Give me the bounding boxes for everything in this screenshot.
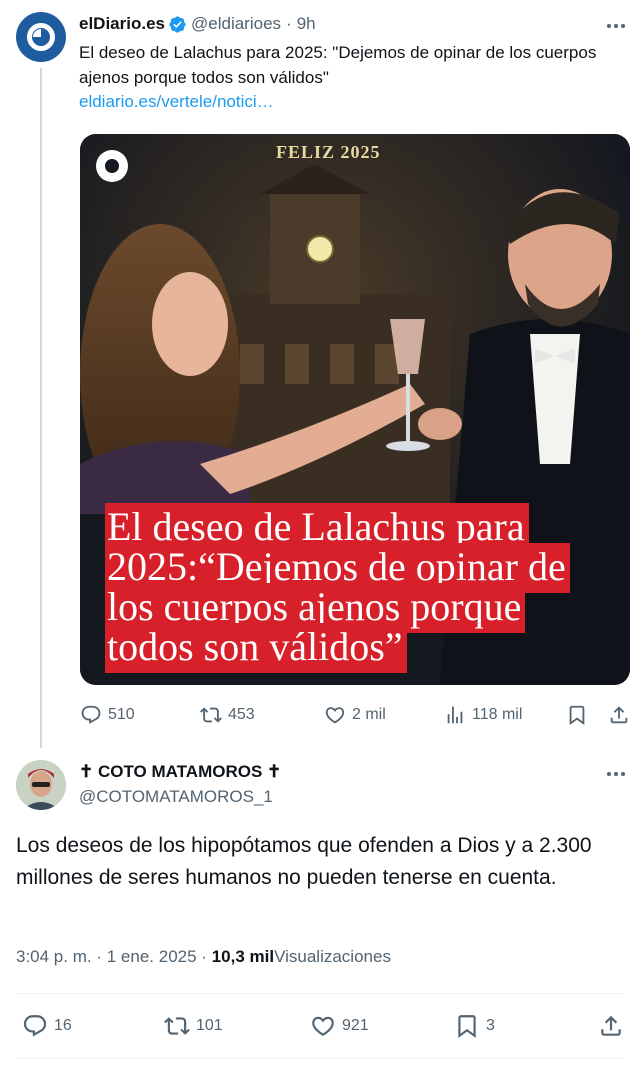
- repost-count: 453: [228, 706, 255, 723]
- reply-count: 16: [54, 1017, 72, 1034]
- media-logo-icon: [96, 150, 128, 182]
- reply-button[interactable]: 16: [22, 1013, 72, 1039]
- reply-icon: [23, 1015, 47, 1037]
- like-button[interactable]: 2 mil: [324, 704, 386, 726]
- bookmark-icon[interactable]: [566, 704, 588, 726]
- repost-button[interactable]: 453: [200, 704, 255, 726]
- tweet1-media[interactable]: FELIZ 2025 El deseo de Lalachus para 202…: [80, 134, 630, 685]
- views-button[interactable]: 118 mil: [444, 704, 522, 726]
- tweet1-link[interactable]: eldiario.es/vertele/notici…: [79, 92, 274, 112]
- avatar-image: [16, 760, 66, 810]
- tweet1-header: elDiario.es @eldiarioes · 9h: [79, 12, 316, 36]
- verified-badge-icon: [169, 15, 186, 33]
- reply-count: 510: [108, 706, 135, 723]
- tweet2-meta: 3:04 p. m. · 1 ene. 2025 · 10,3 milVisua…: [16, 947, 391, 967]
- views-chart-icon: [447, 706, 463, 724]
- bookmark-icon: [458, 1015, 476, 1038]
- bookmark-count: 3: [486, 1017, 495, 1034]
- repost-icon: [164, 1017, 190, 1035]
- separator-dot: ·: [286, 14, 292, 33]
- repost-count: 101: [196, 1017, 223, 1034]
- reply-icon: [81, 705, 101, 724]
- tweet-time[interactable]: 3:04 p. m.: [16, 947, 92, 966]
- like-count: 921: [342, 1017, 369, 1034]
- author-name[interactable]: elDiario.es: [79, 14, 165, 34]
- reply-button[interactable]: 510: [80, 704, 135, 726]
- share-icon[interactable]: [598, 1013, 624, 1039]
- divider: [16, 1058, 624, 1059]
- divider: [16, 993, 624, 994]
- bookmark-button[interactable]: 3: [454, 1013, 495, 1039]
- tweet-time[interactable]: 9h: [297, 14, 316, 34]
- author-handle[interactable]: @eldiarioes: [191, 14, 281, 34]
- views-label: Visualizaciones: [274, 947, 391, 966]
- media-headline: El deseo de Lalachus para 2025:“Dejemos …: [105, 503, 605, 673]
- heart-icon: [325, 707, 345, 724]
- separator-dot: ·: [96, 947, 103, 966]
- separator-dot: ·: [201, 947, 207, 966]
- repost-button[interactable]: 101: [164, 1013, 223, 1039]
- heart-icon: [312, 1016, 334, 1036]
- eldiario-avatar[interactable]: [16, 12, 66, 62]
- author-handle[interactable]: @COTOMATAMOROS_1: [79, 787, 273, 807]
- tweet2-text: Los deseos de los hipopótamos que ofende…: [16, 834, 592, 889]
- coto-avatar[interactable]: [16, 760, 66, 810]
- tweet1-text: El deseo de Lalachus para 2025: "Dejemos…: [79, 43, 597, 87]
- views-count: 10,3 mil: [211, 947, 275, 966]
- tweet-date[interactable]: 1 ene. 2025: [107, 947, 197, 966]
- more-options-icon[interactable]: [604, 762, 628, 786]
- thread-line: [40, 68, 42, 748]
- like-count: 2 mil: [352, 706, 386, 723]
- media-overlay-text: FELIZ 2025: [276, 142, 381, 162]
- share-icon[interactable]: [608, 704, 630, 726]
- more-options-icon[interactable]: [604, 14, 628, 38]
- like-button[interactable]: 921: [310, 1013, 369, 1039]
- repost-icon: [200, 707, 222, 723]
- author-name[interactable]: ✝ COTO MATAMOROS ✝: [79, 762, 281, 782]
- views-count: 118 mil: [472, 706, 523, 723]
